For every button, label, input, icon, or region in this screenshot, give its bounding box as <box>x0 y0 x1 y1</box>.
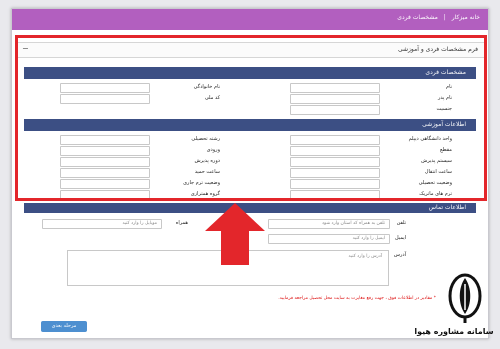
phone-placeholder: تلفن به همراه کد استان وارد شود <box>321 221 385 226</box>
next-step-button[interactable]: مرحله بعدی <box>41 321 87 332</box>
breadcrumb-current: مشخصات فردی <box>397 14 438 21</box>
logo-text: سامانه مشاوره هیوا <box>414 327 494 336</box>
highlight-box <box>15 35 487 201</box>
label-address: آدرس <box>393 252 406 258</box>
address-placeholder: آدرس را وارد کنید <box>348 254 382 259</box>
top-bar: خانه میزکار | مشخصات فردی <box>12 9 488 30</box>
breadcrumb-separator: | <box>443 14 446 21</box>
email-input[interactable]: ایمیل را وارد کنید <box>268 234 390 244</box>
phone-input[interactable]: تلفن به همراه کد استان وارد شود <box>268 219 390 229</box>
warning-note: * مقادیر در اطلاعات فوق ، جهت رفع مغایرت… <box>278 296 436 301</box>
up-arrow-icon <box>205 203 265 265</box>
breadcrumb-home[interactable]: خانه میزکار <box>452 14 480 21</box>
email-placeholder: ایمیل را وارد کنید <box>352 236 385 241</box>
label-email: ایمیل <box>395 235 406 241</box>
section-contact-title: اطلاعات تماس <box>428 204 466 211</box>
label-mobile: همراه <box>175 220 188 226</box>
label-phone: تلفن <box>396 220 406 226</box>
mobile-input[interactable]: موبایل را وارد کنید <box>42 219 162 229</box>
mobile-placeholder: موبایل را وارد کنید <box>122 221 157 226</box>
breadcrumb: خانه میزکار | مشخصات فردی <box>393 14 480 21</box>
